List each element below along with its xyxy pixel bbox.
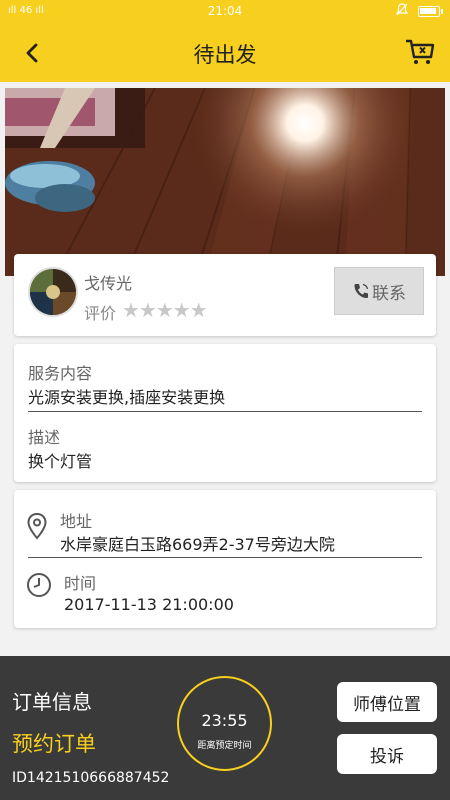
- rating-label: 评价: [84, 304, 117, 323]
- status-bar: ıll 46 ıll 21:04: [0, 0, 450, 24]
- banner-photo: [5, 88, 445, 276]
- service-content-value: 光源安装更换,插座安装更换: [28, 388, 226, 407]
- cart-cancel-icon: [406, 39, 435, 64]
- master-location-button[interactable]: 师傅位置: [337, 682, 437, 722]
- bell-muted-icon: [395, 3, 409, 19]
- status-time: 21:04: [207, 4, 243, 18]
- nav-bar: 待出发: [0, 24, 450, 82]
- order-id: ID1421510666887452: [12, 770, 170, 786]
- contact-label: 联系: [372, 283, 406, 304]
- page-title: 待出发: [193, 43, 257, 67]
- description-label: 描述: [28, 428, 61, 447]
- time-value: 2017-11-13 21:00:00: [64, 595, 234, 614]
- complain-button[interactable]: 投诉: [337, 734, 437, 774]
- location-card: 地址 水岸豪庭白玉路669弄2-37号旁边大院 时间 2017-11-13 21…: [14, 490, 436, 628]
- order-type: 预约订单: [12, 732, 96, 756]
- contact-button[interactable]: 联系: [334, 267, 424, 315]
- divider: [28, 557, 422, 558]
- address-value: 水岸豪庭白玉路669弄2-37号旁边大院: [60, 535, 335, 554]
- time-label: 时间: [64, 574, 97, 593]
- battery-icon: [418, 6, 443, 17]
- service-content-label: 服务内容: [28, 364, 93, 383]
- order-info-bar: 订单信息 预约订单 ID1421510666887452 23:55 距离预定时…: [0, 656, 450, 800]
- clock-icon: [27, 573, 51, 597]
- service-card: 服务内容 光源安装更换,插座安装更换 描述 换个灯管: [14, 344, 436, 482]
- master-card: 戈传光 评价 ★★★★★ 联系: [14, 254, 436, 336]
- master-name: 戈传光: [84, 274, 133, 293]
- address-label: 地址: [60, 512, 93, 531]
- phone-icon: [354, 283, 369, 298]
- description-value: 换个灯管: [28, 452, 93, 471]
- avatar: [28, 267, 78, 317]
- countdown-caption: 距离预定时间: [197, 741, 252, 751]
- rating-stars: ★★★★★: [122, 298, 208, 322]
- divider: [28, 411, 422, 412]
- order-info-title: 订单信息: [12, 690, 92, 714]
- countdown-timer: 23:55 距离预定时间: [177, 676, 272, 771]
- location-pin-icon: [27, 512, 47, 540]
- cancel-order-button[interactable]: [404, 36, 436, 68]
- countdown-value: 23:55: [201, 711, 248, 730]
